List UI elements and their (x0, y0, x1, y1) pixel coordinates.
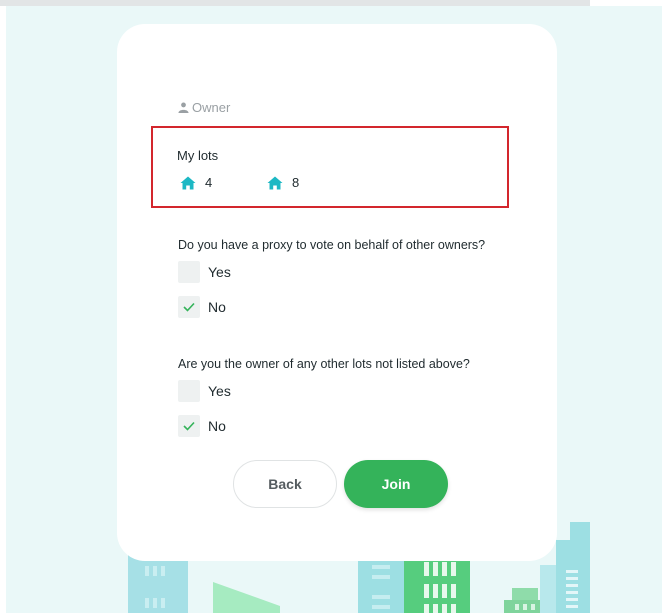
proxy-yes-option[interactable]: Yes (178, 261, 231, 283)
lot-number: 8 (292, 175, 300, 190)
proxy-yes-label: Yes (208, 264, 231, 280)
checkmark-icon (183, 302, 195, 312)
other-lots-yes-label: Yes (208, 383, 231, 399)
back-button[interactable]: Back (233, 460, 337, 508)
my-lots-highlight-box (151, 126, 509, 208)
other-lots-no-option[interactable]: No (178, 415, 226, 437)
proxy-question: Do you have a proxy to vote on behalf of… (178, 238, 486, 252)
role-label: Owner (192, 100, 231, 115)
role-indicator: Owner (178, 100, 230, 115)
proxy-no-checkbox[interactable] (178, 296, 200, 318)
lot-item: 8 (267, 175, 299, 190)
my-lots-title: My lots (177, 148, 219, 163)
join-form-card: Owner My lots 4 8 Do you have a proxy to… (117, 24, 557, 561)
join-button[interactable]: Join (344, 460, 448, 508)
proxy-no-option[interactable]: No (178, 296, 226, 318)
other-lots-yes-checkbox[interactable] (178, 380, 200, 402)
lot-number: 4 (205, 175, 213, 190)
other-lots-question: Are you the owner of any other lots not … (178, 357, 470, 371)
lot-item: 4 (180, 175, 212, 190)
other-lots-no-checkbox[interactable] (178, 415, 200, 437)
house-icon (180, 176, 196, 189)
other-lots-no-label: No (208, 418, 226, 434)
checkmark-icon (183, 421, 195, 431)
other-lots-yes-option[interactable]: Yes (178, 380, 231, 402)
proxy-no-label: No (208, 299, 226, 315)
user-icon (178, 102, 189, 113)
proxy-yes-checkbox[interactable] (178, 261, 200, 283)
house-icon (267, 176, 283, 189)
